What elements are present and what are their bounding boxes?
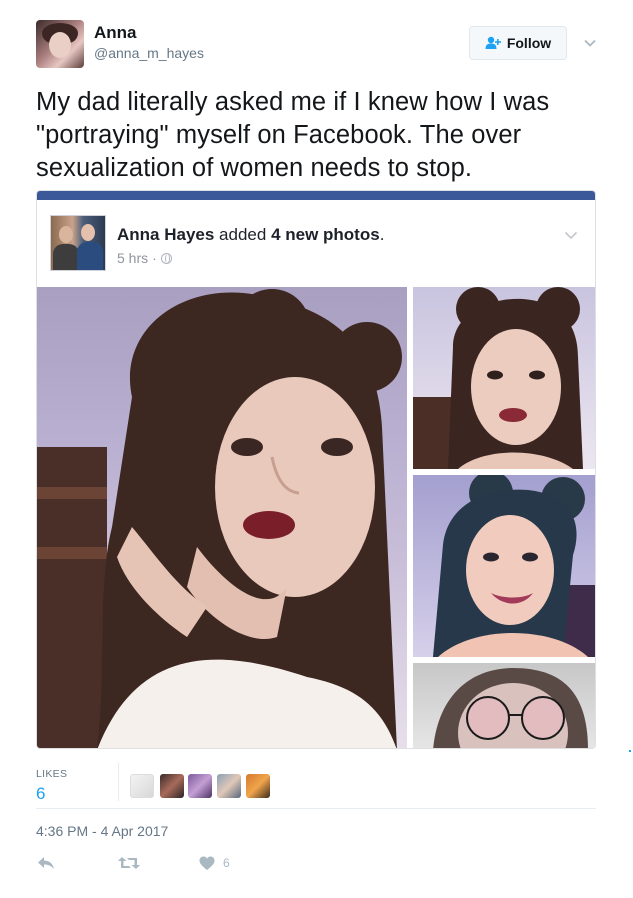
photo-3[interactable] — [413, 475, 595, 657]
chevron-down-icon — [564, 231, 578, 240]
tweet-timestamp[interactable]: 4:36 PM - 4 Apr 2017 — [36, 823, 168, 839]
facebook-avatar — [50, 215, 106, 271]
photo-4[interactable] — [413, 663, 595, 748]
portrait-photo-icon — [433, 475, 595, 657]
facebook-time-separator: · — [152, 250, 157, 266]
liker-avatar[interactable] — [160, 774, 184, 798]
user-name[interactable]: Anna — [94, 23, 137, 43]
heart-icon — [199, 856, 215, 870]
more-options-button[interactable] — [580, 33, 600, 53]
avatar[interactable] — [36, 20, 84, 68]
embedded-facebook-card[interactable]: Anna Hayes added 4 new photos. 5 hrs · — [36, 190, 596, 749]
stats-divider — [118, 763, 119, 801]
liker-avatar[interactable] — [188, 774, 212, 798]
reply-icon — [38, 857, 54, 869]
add-user-icon — [485, 36, 501, 49]
portrait-photo-icon — [413, 287, 583, 469]
facebook-action-text: added — [214, 225, 272, 244]
follow-button[interactable]: Follow — [469, 26, 567, 60]
retweet-button[interactable] — [117, 855, 141, 873]
like-button[interactable]: 6 — [199, 854, 239, 872]
likes-label: LIKES — [36, 768, 68, 780]
facebook-topbar — [37, 191, 595, 200]
facebook-post-time: 5 hrs · — [117, 250, 172, 266]
photo-2[interactable] — [413, 287, 595, 469]
liker-avatar[interactable] — [246, 774, 270, 798]
portrait-photo-icon — [433, 668, 588, 748]
facebook-post-headline: Anna Hayes added 4 new photos. — [117, 225, 384, 245]
liker-avatar[interactable] — [217, 774, 241, 798]
tweet-text: My dad literally asked me if I knew how … — [36, 88, 550, 182]
photo-1[interactable] — [37, 287, 407, 748]
facebook-period: . — [379, 225, 385, 244]
likes-divider — [36, 808, 596, 809]
liker-avatar[interactable] — [130, 774, 154, 798]
facebook-time-text: 5 hrs — [117, 250, 149, 266]
portrait-photo-icon — [37, 289, 402, 748]
likes-count[interactable]: 6 — [36, 784, 45, 804]
retweet-icon — [118, 857, 140, 869]
user-handle[interactable]: @anna_m_hayes — [94, 45, 204, 61]
follow-button-label: Follow — [506, 35, 552, 51]
decorative-dot — [629, 750, 631, 752]
facebook-photo-count: 4 new photos — [271, 225, 380, 244]
chevron-down-icon — [584, 39, 596, 47]
like-count: 6 — [223, 856, 230, 870]
facebook-poster-name: Anna Hayes — [117, 225, 215, 244]
globe-icon — [160, 252, 172, 264]
reply-button[interactable] — [36, 855, 58, 873]
